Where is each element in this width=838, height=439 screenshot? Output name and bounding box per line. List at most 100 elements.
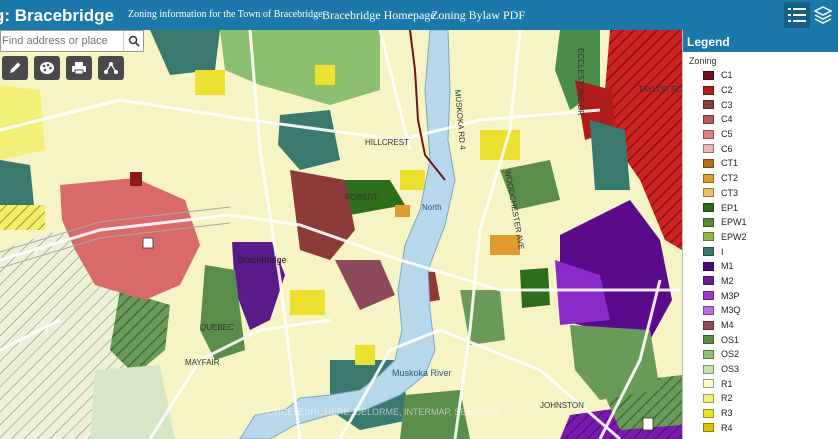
legend-item-os3: OS3	[703, 362, 838, 377]
highway-shield-11-south	[642, 417, 654, 431]
legend-item-epw1: EPW1	[703, 215, 838, 230]
map-zone-r3-1[interactable]	[195, 70, 225, 95]
map-zone-r3-4[interactable]	[355, 345, 375, 365]
legend-swatch	[703, 158, 714, 168]
legend-label: M3P	[721, 290, 740, 301]
map-attribution-watermark: SOURCE: ESRI, HERE, DELORME, INTERMAP, S…	[255, 407, 500, 417]
legend-item-r3: R3	[703, 406, 838, 421]
legend-label: R2	[721, 393, 733, 404]
map-canvas[interactable]: Bracebridge Muskoka River North HILLCRES…	[0, 30, 682, 439]
legend-group-label: Zoning	[689, 56, 717, 66]
draw-tool-button[interactable]	[2, 56, 28, 80]
legend-label: C4	[721, 114, 733, 125]
legend-swatch	[703, 203, 714, 213]
legend-list: C1 C2 C3 C4 C5 C6 CT1 CT2 CT3 EP1 EPW1 EPW2 I M1 M2 M3P…	[683, 68, 838, 435]
search-button[interactable]	[123, 31, 143, 51]
printer-icon	[72, 62, 86, 75]
legend-item-m3q: M3Q	[703, 303, 838, 318]
map-label-town: Bracebridge	[238, 255, 287, 265]
legend-swatch	[703, 261, 714, 271]
legend-label: C6	[721, 143, 733, 154]
legend-swatch	[703, 305, 714, 315]
map-zone-os3[interactable]	[90, 365, 175, 439]
search-box	[0, 30, 144, 52]
legend-label: R4	[721, 422, 733, 433]
map-zone-i-east[interactable]	[590, 120, 630, 190]
map-zone-r3-5[interactable]	[315, 65, 335, 85]
map-zone-ep1-mid[interactable]	[520, 268, 550, 308]
legend-label: EP1	[721, 202, 739, 213]
legend-swatch	[703, 188, 714, 198]
map-zone-r3-3[interactable]	[290, 290, 325, 315]
legend-swatch	[703, 100, 714, 110]
legend-label: OS2	[721, 349, 740, 360]
map-zone-r3-2[interactable]	[480, 130, 520, 160]
map-label-quebec: QUEBEC	[200, 323, 234, 332]
legend-label: M2	[721, 275, 734, 286]
share-tool-button[interactable]	[98, 56, 124, 80]
legend-label: C1	[721, 70, 733, 81]
legend-swatch	[703, 70, 714, 80]
legend-item-c1: C1	[703, 68, 838, 83]
legend-label: C2	[721, 85, 733, 96]
legend-label: C3	[721, 99, 733, 110]
map-label-johnston: JOHNSTON	[540, 401, 584, 410]
legend-item-c6: C6	[703, 141, 838, 156]
map-zone-r3-6[interactable]	[400, 170, 425, 190]
homepage-link[interactable]: Bracebridge Homepage	[322, 8, 436, 23]
legend-swatch	[703, 364, 714, 374]
legend-list-icon	[788, 8, 806, 22]
legend-label: CT1	[721, 158, 739, 169]
app-subtitle: Zoning information for the Town of Brace…	[128, 9, 323, 20]
legend-item-ep1: EP1	[703, 200, 838, 215]
legend-panel: Legend Zoning C1 C2 C3 C4 C5 C6 CT1 CT2 CT3 EP1 EP…	[682, 30, 838, 439]
highway-shield-118	[142, 237, 154, 249]
legend-item-ct1: CT1	[703, 156, 838, 171]
legend-item-ct3: CT3	[703, 186, 838, 201]
legend-item-m3p: M3P	[703, 288, 838, 303]
legend-label: CT2	[721, 173, 739, 184]
app-header: g: Bracebridge Zoning information for th…	[0, 0, 838, 30]
legend-item-ct2: CT2	[703, 171, 838, 186]
legend-toggle-button[interactable]	[784, 2, 810, 28]
zoning-bylaw-pdf-link[interactable]: Zoning Bylaw PDF	[431, 8, 525, 23]
map-zone-ct2-north[interactable]	[395, 205, 410, 217]
legend-item-i: I	[703, 244, 838, 259]
legend-item-m4: M4	[703, 318, 838, 333]
legend-item-r4: R4	[703, 421, 838, 436]
map-label-north: North	[422, 203, 442, 212]
legend-item-m2: M2	[703, 274, 838, 289]
legend-swatch	[703, 114, 714, 124]
layers-icon	[814, 6, 832, 24]
map-label-river: Muskoka River	[392, 368, 452, 378]
map-label-mayfair: MAYFAIR	[185, 358, 220, 367]
basemap-tool-button[interactable]	[34, 56, 60, 80]
legend-swatch	[703, 408, 714, 418]
map-zone-r3-hatched[interactable]	[0, 205, 45, 230]
pencil-icon	[10, 62, 21, 73]
layers-button[interactable]	[810, 2, 836, 28]
legend-label: R1	[721, 378, 733, 389]
legend-item-os2: OS2	[703, 347, 838, 362]
app-title: g: Bracebridge	[0, 6, 114, 25]
legend-swatch	[703, 247, 714, 257]
map-zone-r2[interactable]	[0, 85, 45, 160]
legend-swatch	[703, 276, 714, 286]
legend-label: M4	[721, 320, 734, 331]
legend-label: I	[721, 246, 724, 257]
print-tool-button[interactable]	[66, 56, 92, 80]
legend-swatch	[703, 232, 714, 242]
legend-swatch	[703, 129, 714, 139]
legend-label: R3	[721, 408, 733, 419]
legend-item-c2: C2	[703, 83, 838, 98]
map-zone-c1[interactable]	[130, 172, 142, 186]
legend-swatch	[703, 320, 714, 330]
legend-swatch	[703, 393, 714, 403]
legend-item-r2: R2	[703, 391, 838, 406]
legend-label: OS1	[721, 334, 740, 345]
legend-item-c5: C5	[703, 127, 838, 142]
palette-icon	[40, 62, 54, 74]
search-input[interactable]	[1, 31, 123, 51]
zoning-map[interactable]: Bracebridge Muskoka River North HILLCRES…	[0, 30, 682, 439]
legend-item-m1: M1	[703, 259, 838, 274]
